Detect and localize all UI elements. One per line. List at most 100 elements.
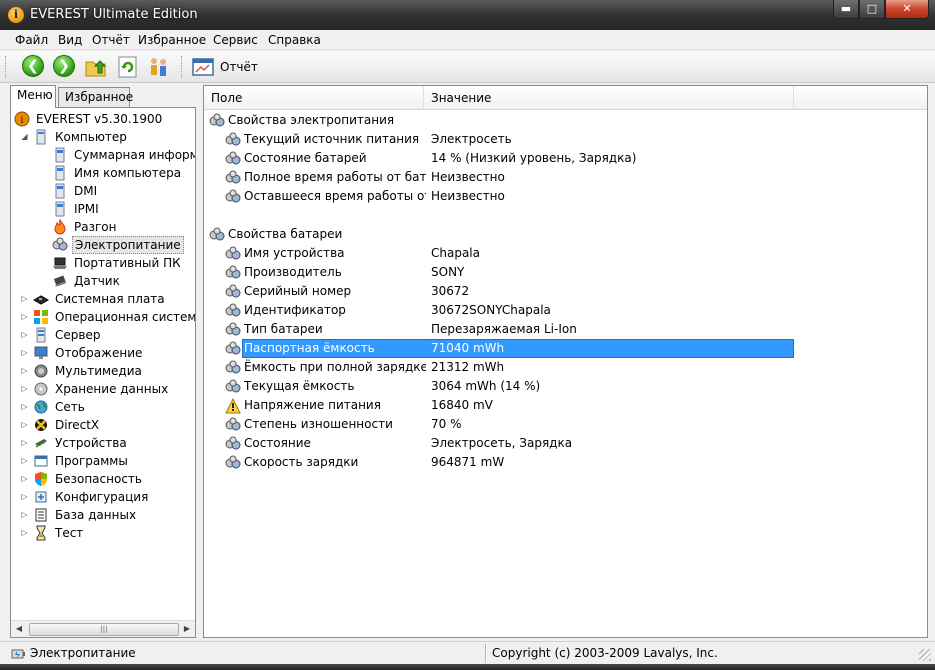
group-header[interactable]: Свойства батареи xyxy=(204,225,927,244)
title-bar[interactable]: i EVEREST Ultimate Edition ▬ □ ✕ xyxy=(0,0,935,30)
table-row[interactable]: Текущий источник питания Электросеть xyxy=(204,130,927,149)
group-header[interactable]: Свойства электропитания xyxy=(204,111,927,130)
users-button[interactable] xyxy=(147,55,171,79)
tree-item[interactable]: ▷ Сеть xyxy=(21,398,195,416)
back-button[interactable]: ❮ xyxy=(22,55,46,79)
table-row[interactable]: Имя устройства Chapala xyxy=(204,244,927,263)
tree-item[interactable]: ▷ Тест xyxy=(21,524,195,542)
tree-item[interactable]: ▷ DirectX xyxy=(21,416,195,434)
windows-os-icon xyxy=(34,310,48,324)
tree-item[interactable]: Электропитание xyxy=(52,236,195,254)
toolbar-grip[interactable] xyxy=(5,56,8,78)
tree-item[interactable]: ▷ Системная плата xyxy=(21,290,195,308)
tree-item-label: Конфигурация xyxy=(55,490,149,504)
table-row[interactable]: Серийный номер 30672 xyxy=(204,282,927,301)
table-row[interactable]: Паспортная ёмкость 71040 mWh xyxy=(204,339,927,358)
table-row[interactable]: Идентификатор 30672SONYChapala xyxy=(204,301,927,320)
tree-item-label: DirectX xyxy=(55,418,100,432)
tree-expander-icon[interactable]: ▷ xyxy=(20,366,29,375)
power-row-icon xyxy=(209,227,225,241)
tree-expander-icon[interactable]: ▷ xyxy=(20,312,29,321)
tree-item[interactable]: ▷ Безопасность xyxy=(21,470,195,488)
tree-item[interactable]: ▷ Хранение данных xyxy=(21,380,195,398)
tab-menu[interactable]: Меню xyxy=(10,85,56,108)
tree-item[interactable]: Суммарная информация xyxy=(52,146,195,164)
menu-file[interactable]: Файл xyxy=(15,33,48,47)
tree-item[interactable]: Портативный ПК xyxy=(52,254,195,272)
table-row[interactable]: Состояние Электросеть, Зарядка xyxy=(204,434,927,453)
resize-grip[interactable] xyxy=(919,649,931,661)
tree-expander-icon[interactable]: ▷ xyxy=(20,420,29,429)
menu-help[interactable]: Справка xyxy=(268,33,321,47)
up-button[interactable] xyxy=(84,55,108,79)
maximize-button[interactable]: □ xyxy=(859,0,885,19)
window-title: EVEREST Ultimate Edition xyxy=(30,7,198,22)
row-field: Степень изношенности xyxy=(244,417,393,431)
table-row[interactable]: Текущая ёмкость 3064 mWh (14 %) xyxy=(204,377,927,396)
tree-item[interactable]: DMI xyxy=(52,182,195,200)
forward-button[interactable]: ❯ xyxy=(53,55,77,79)
tree-item[interactable]: ▷ Сервер xyxy=(21,326,195,344)
table-row[interactable]: Оставшееся время работы от ... Неизвестно xyxy=(204,187,927,206)
tree-expander-icon[interactable]: ◢ xyxy=(20,132,29,141)
table-row[interactable]: Производитель SONY xyxy=(204,263,927,282)
tree-item[interactable]: Датчик xyxy=(52,272,195,290)
tree-item[interactable]: ▷ Операционная система xyxy=(21,308,195,326)
tree-item[interactable]: ▷ База данных xyxy=(21,506,195,524)
tree-item[interactable]: ▷ Программы xyxy=(21,452,195,470)
close-button[interactable]: ✕ xyxy=(885,0,929,19)
details-list[interactable]: Поле Значение Свойства электропитания Тек… xyxy=(203,85,928,638)
tree-item[interactable]: IPMI xyxy=(52,200,195,218)
tree-expander-icon[interactable]: ▷ xyxy=(20,510,29,519)
tree-item[interactable]: ▷ Конфигурация xyxy=(21,488,195,506)
users-icon xyxy=(151,58,166,76)
table-row[interactable]: Тип батареи Перезаряжаемая Li-Ion xyxy=(204,320,927,339)
row-field: Серийный номер xyxy=(244,284,352,298)
tree-item[interactable]: ▷ Мультимедиа xyxy=(21,362,195,380)
menu-view[interactable]: Вид xyxy=(58,33,82,47)
report-button[interactable] xyxy=(191,55,215,79)
column-header-value[interactable]: Значение xyxy=(424,86,794,110)
tree-item[interactable]: Имя компьютера xyxy=(52,164,195,182)
scroll-left-arrow-icon[interactable]: ◀ xyxy=(13,624,25,635)
tree-expander-icon[interactable]: ▷ xyxy=(20,528,29,537)
table-row[interactable]: Полное время работы от бата... Неизвестно xyxy=(204,168,927,187)
computer-icon xyxy=(36,129,46,145)
tree-item[interactable]: i EVEREST v5.30.1900 xyxy=(14,110,195,128)
table-row[interactable]: Скорость зарядки 964871 mW xyxy=(204,453,927,472)
table-row[interactable]: Степень изношенности 70 % xyxy=(204,415,927,434)
tree-expander-icon[interactable]: ▷ xyxy=(20,384,29,393)
menu-service[interactable]: Сервис xyxy=(213,33,258,47)
minimize-button[interactable]: ▬ xyxy=(833,0,859,19)
tree-item[interactable]: Разгон xyxy=(52,218,195,236)
tree-item[interactable]: ▷ Отображение xyxy=(21,344,195,362)
column-header-field[interactable]: Поле xyxy=(204,86,424,110)
tree-expander-icon[interactable]: ▷ xyxy=(20,402,29,411)
refresh-button[interactable] xyxy=(116,55,140,79)
tree-expander-icon[interactable]: ▷ xyxy=(20,438,29,447)
row-field: Текущая ёмкость xyxy=(244,379,355,393)
tab-favorites[interactable]: Избранное xyxy=(58,87,133,107)
table-row[interactable]: Ёмкость при полной зарядке 21312 mWh xyxy=(204,358,927,377)
tree-horizontal-scrollbar[interactable]: ◀ ||| ▶ xyxy=(11,620,195,637)
tree-expander-icon[interactable]: ▷ xyxy=(20,294,29,303)
tree-expander-icon[interactable]: ▷ xyxy=(20,330,29,339)
tree-expander-icon[interactable]: ▷ xyxy=(20,348,29,357)
report-label[interactable]: Отчёт xyxy=(220,60,258,74)
tree-item[interactable]: ◢ Компьютер xyxy=(21,128,195,146)
table-row[interactable]: Напряжение питания 16840 mV xyxy=(204,396,927,415)
tree-expander-icon[interactable]: ▷ xyxy=(20,492,29,501)
menu-report[interactable]: Отчёт xyxy=(92,33,130,47)
table-row[interactable]: Состояние батарей 14 % (Низкий уровень, З… xyxy=(204,149,927,168)
menu-favorites[interactable]: Избранное xyxy=(138,33,206,47)
status-divider xyxy=(485,644,487,663)
scroll-right-arrow-icon[interactable]: ▶ xyxy=(181,624,193,635)
scroll-thumb[interactable]: ||| xyxy=(29,623,179,636)
tree-expander-icon[interactable]: ▷ xyxy=(20,474,29,483)
row-value: 30672SONYChapala xyxy=(431,303,551,317)
software-programs-icon xyxy=(34,455,48,467)
tree-item[interactable]: ▷ Устройства xyxy=(21,434,195,452)
database-icon xyxy=(35,508,47,522)
tree-expander-icon[interactable]: ▷ xyxy=(20,456,29,465)
navigation-tree[interactable]: i EVEREST v5.30.1900 ◢ Компьютер Суммарная и… xyxy=(10,107,196,638)
